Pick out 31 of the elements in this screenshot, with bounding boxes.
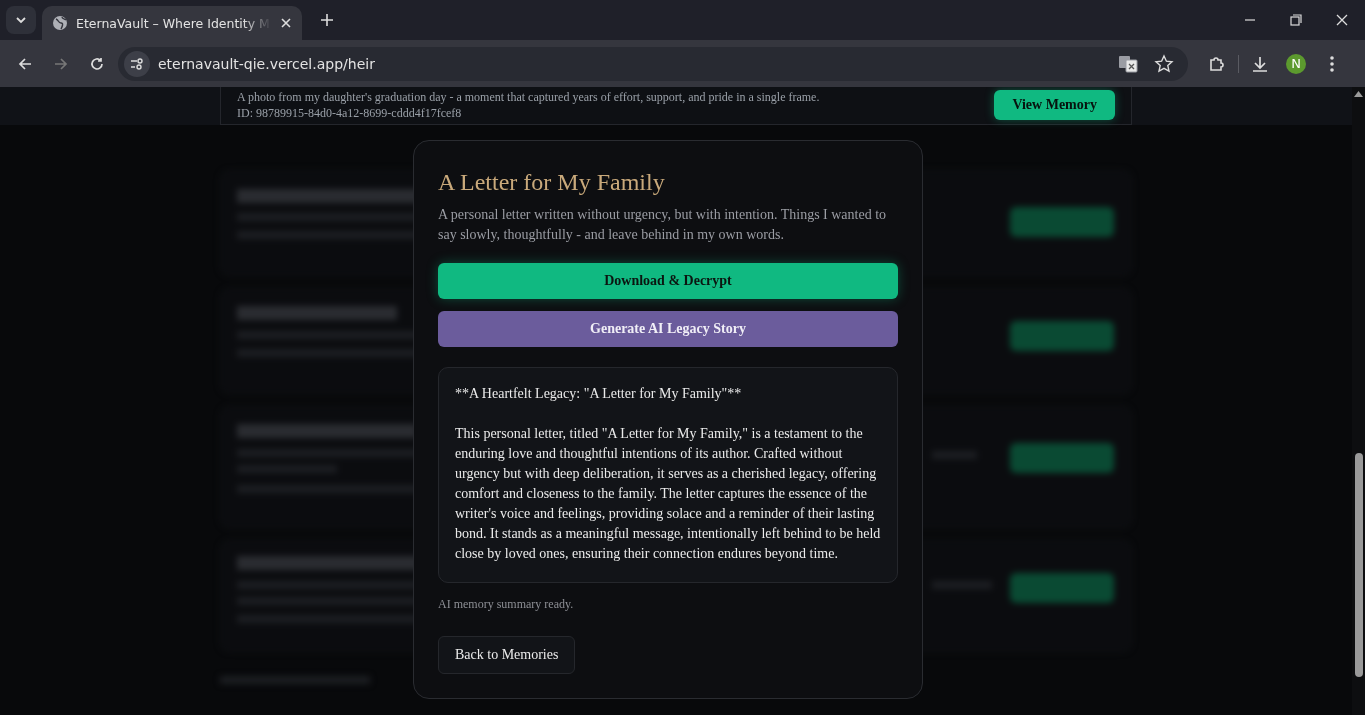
new-tab-icon[interactable]	[320, 13, 334, 27]
summary-text: This personal letter, titled "A Letter for My Family," is a testament to the enduring love and thoughtful intentions of its author. Crafted without urgency but with deep deliberation, it serves as a cherished legacy, offering comfort and closeness to the family. The letter captures the essence of the writer's voice and feelings, providing solace and a reminder of their lasting bond. It stands as a meaningful message, intentionally left behind to be held close by loved ones, ensuring their connection endures beyond time.	[455, 425, 881, 563]
tab-title: EternaVault – Where Identity M	[76, 15, 271, 31]
browser-tab[interactable]: EternaVault – Where Identity M	[42, 6, 302, 40]
scrollbar-thumb[interactable]	[1354, 453, 1363, 677]
translate-icon[interactable]	[1118, 53, 1138, 74]
modal-description: A personal letter written without urgency, but with intention. Things I wanted to say slowly, thoughtfully - and leave behind in my own words.	[438, 206, 888, 244]
site-settings-icon[interactable]	[124, 50, 150, 77]
chevron-down-icon	[15, 14, 27, 26]
download-icon[interactable]	[1251, 54, 1269, 73]
download-button[interactable]: Download & Decrypt	[438, 263, 898, 299]
forward-icon[interactable]	[53, 55, 69, 72]
memory-description: A photo from my daughter's graduation day - a moment that captured years of effort, support, and pride in a single frame.	[237, 89, 821, 105]
address-bar[interactable]: eternavault-qie.vercel.app/heir	[118, 46, 1188, 81]
back-icon[interactable]	[17, 55, 33, 72]
modal-title: A Letter for My Family	[438, 168, 666, 197]
status-text: AI memory summary ready.	[438, 597, 575, 612]
summary-heading: **A Heartfelt Legacy: "A Letter for My Family"**	[455, 385, 743, 403]
back-button[interactable]: Back to Memories	[438, 636, 576, 674]
globe-icon	[52, 15, 68, 31]
puzzle-icon[interactable]	[1208, 54, 1226, 73]
view-memory-button[interactable]: View Memory	[994, 90, 1115, 120]
tab-list-button[interactable]	[6, 6, 36, 34]
menu-icon[interactable]	[1329, 54, 1335, 73]
reload-icon[interactable]	[89, 55, 105, 72]
url-text: eternavault-qie.vercel.app/heir	[158, 55, 376, 72]
scroll-up-icon[interactable]	[1354, 91, 1363, 97]
memory-id: ID: 98789915-84d0-4a12-8699-cddd4f17fcef8	[237, 105, 463, 121]
generate-story-button[interactable]: Generate AI Legacy Story	[438, 311, 898, 347]
star-icon[interactable]	[1154, 53, 1174, 74]
close-icon[interactable]	[280, 17, 292, 29]
